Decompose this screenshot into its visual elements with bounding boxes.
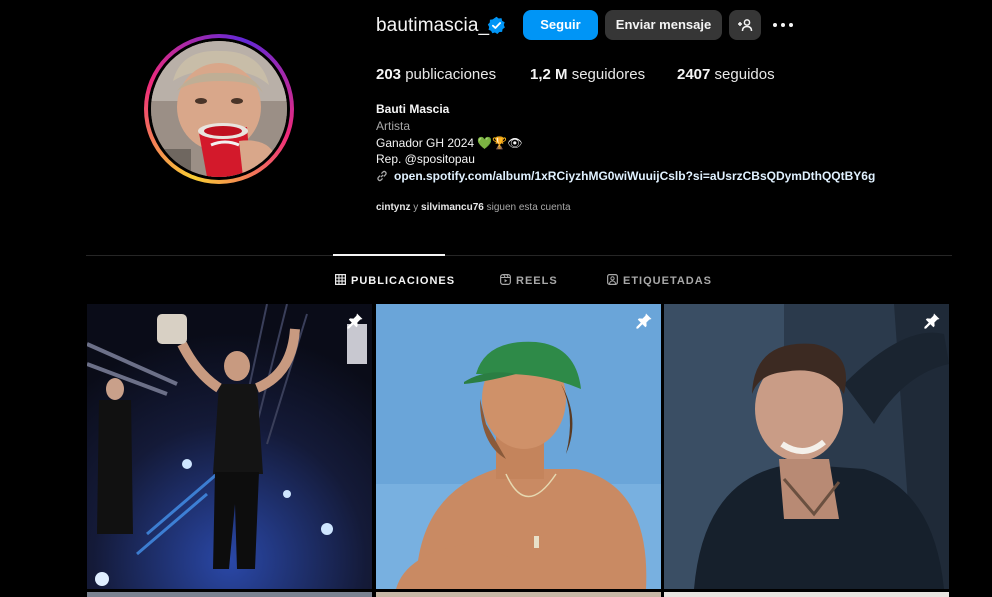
- follower-link-2[interactable]: silvimancu76: [421, 202, 484, 213]
- tab-tagged[interactable]: ETIQUETADAS: [607, 274, 712, 288]
- tabs-divider: [86, 255, 952, 256]
- bio-full-name: Bauti Mascia: [376, 102, 450, 116]
- bio-link-text: open.spotify.com/album/1xRCiyzhMG0wiWuui…: [394, 169, 876, 183]
- posts-count: 203: [376, 66, 402, 83]
- more-options-icon[interactable]: [770, 14, 796, 36]
- bio-line-1-text: Ganador GH 2024: [376, 136, 475, 150]
- pin-icon: [347, 313, 363, 329]
- post-thumbnail[interactable]: [87, 304, 372, 589]
- post-thumbnail[interactable]: [664, 304, 949, 589]
- reels-icon: [500, 274, 511, 285]
- followed-by-text: cintynz y silvimancu76 siguen esta cuent…: [376, 201, 571, 214]
- bio-line-1: Ganador GH 2024 💚🏆👁: [376, 136, 523, 151]
- followed-by-suffix: siguen esta cuenta: [486, 202, 571, 213]
- pin-icon: [636, 313, 652, 329]
- post-photo-stage: [87, 304, 372, 589]
- posts-count-stat: 203 publicaciones: [376, 66, 496, 84]
- green-heart-icon: 💚: [477, 136, 493, 150]
- profile-username: bautimascia_: [376, 15, 490, 36]
- followers-stat[interactable]: 1,2 M seguidores: [530, 66, 645, 84]
- followers-count: 1,2 M: [530, 66, 568, 83]
- posts-label: publicaciones: [405, 66, 497, 83]
- follower-link-1[interactable]: cintynz: [376, 202, 410, 213]
- pin-icon: [924, 313, 940, 329]
- grid-icon: [335, 274, 346, 285]
- add-person-icon: [738, 19, 753, 32]
- verified-badge-icon: [487, 16, 505, 34]
- send-message-button[interactable]: Enviar mensaje: [605, 10, 722, 40]
- bio-category: Artista: [376, 119, 411, 133]
- trophy-icon: 🏆: [492, 136, 508, 150]
- following-count: 2407: [677, 66, 711, 83]
- followed-by-conjunction: y: [413, 202, 419, 213]
- post-thumbnail[interactable]: [664, 592, 949, 597]
- avatar-story-ring[interactable]: [144, 34, 294, 184]
- post-thumbnail[interactable]: [376, 592, 661, 597]
- post-thumbnail[interactable]: [87, 592, 372, 597]
- tab-tagged-label: ETIQUETADAS: [623, 275, 713, 287]
- suggested-accounts-button[interactable]: [729, 10, 761, 40]
- following-stat[interactable]: 2407 seguidos: [677, 66, 775, 84]
- followers-label: seguidores: [571, 66, 646, 83]
- eye-icon: 👁: [507, 136, 523, 150]
- active-tab-indicator: [333, 254, 445, 256]
- bio-line-2: Rep. @spositopau: [376, 152, 475, 166]
- tab-posts-label: PUBLICACIONES: [351, 275, 456, 287]
- tab-posts[interactable]: PUBLICACIONES: [335, 274, 455, 288]
- follow-button[interactable]: Seguir: [523, 10, 598, 40]
- post-photo-portrait: [664, 304, 949, 589]
- profile-page: bautimascia_ Seguir Enviar mensaje 203 p…: [0, 0, 992, 597]
- tab-reels[interactable]: REELS: [500, 274, 558, 288]
- post-thumbnail[interactable]: [376, 304, 661, 589]
- avatar-photo: [151, 41, 287, 177]
- following-label: seguidos: [714, 66, 775, 83]
- tab-reels-label: REELS: [516, 275, 558, 287]
- post-photo-cap: [376, 304, 661, 589]
- link-icon: [377, 170, 387, 182]
- tagged-icon: [607, 274, 618, 285]
- bio-external-link[interactable]: open.spotify.com/album/1xRCiyzhMG0wiWuui…: [376, 169, 875, 184]
- avatar[interactable]: [151, 41, 287, 177]
